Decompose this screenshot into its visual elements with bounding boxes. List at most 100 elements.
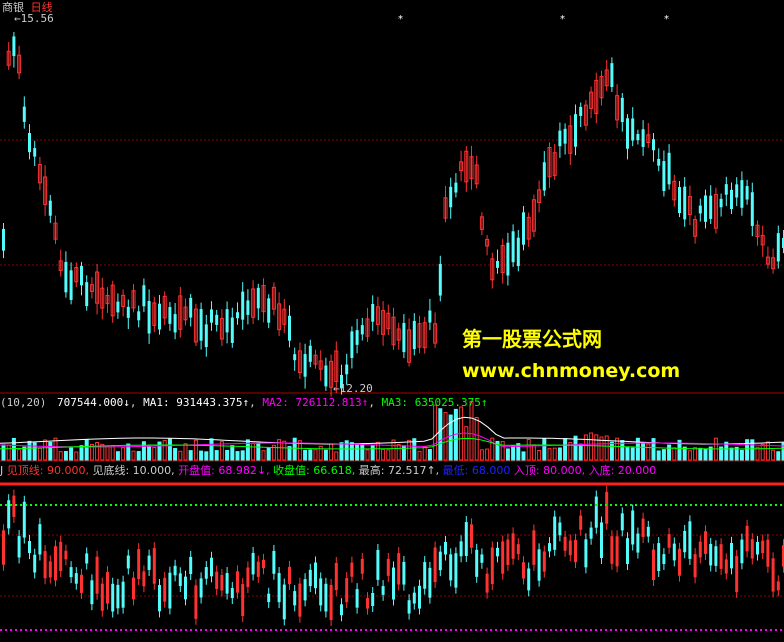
candle-body — [636, 133, 640, 141]
volume-bar — [63, 450, 68, 461]
indicator-body — [7, 500, 11, 529]
volume-bar — [313, 449, 318, 461]
indicator-body — [184, 576, 187, 600]
indicator-body — [766, 539, 770, 567]
volume-bar — [646, 443, 651, 461]
volume-bar — [329, 443, 334, 461]
volume-bar — [729, 447, 734, 461]
indicator-body — [366, 598, 369, 609]
volume-params[interactable]: (10,20) — [0, 396, 46, 409]
indicator-body — [771, 558, 775, 592]
ma3-value: 635025.375↑ — [414, 396, 488, 409]
volume-bar — [349, 442, 354, 461]
candle-body — [620, 97, 624, 123]
indicator-body — [745, 525, 749, 552]
candle-body — [303, 354, 307, 377]
indicator-body — [381, 586, 385, 595]
volume-bar — [136, 451, 141, 461]
indicator-body — [735, 555, 739, 592]
indicator-body — [615, 536, 619, 567]
indicator-body — [678, 548, 681, 576]
indicator-body — [480, 554, 484, 563]
ma1-value: 931443.375↑ — [176, 396, 250, 409]
indicator-body — [210, 557, 213, 577]
candle-body — [256, 287, 260, 309]
ma2-value: 726112.813↑ — [295, 396, 369, 409]
candle-body — [579, 106, 583, 116]
volume-bar — [698, 447, 703, 461]
candle-body — [324, 365, 328, 387]
volume-bar — [95, 442, 100, 461]
indicator-body — [584, 539, 588, 568]
candle-body — [126, 306, 130, 318]
volume-bar — [11, 437, 16, 461]
indicator-body — [324, 583, 328, 612]
indicator-body — [454, 553, 458, 588]
volume-bar — [500, 441, 505, 461]
kline-chart[interactable]: * * * — [0, 0, 784, 642]
close-value: 收盘值: 66.618, — [273, 464, 356, 477]
indicator-body — [631, 510, 635, 545]
indicator-body — [683, 530, 687, 553]
volume-bar — [105, 446, 110, 461]
indicator-body — [600, 522, 603, 559]
volume-bar — [58, 451, 63, 461]
candle-body — [189, 297, 193, 318]
volume-bar — [521, 451, 526, 461]
volume-bar — [386, 449, 391, 461]
candle-body — [288, 315, 291, 341]
volume-bar — [625, 447, 630, 461]
indicator-body — [594, 496, 598, 528]
indicator-body — [776, 581, 780, 591]
candle-body — [142, 285, 146, 307]
indicator-body — [496, 547, 499, 557]
candle-body — [33, 148, 37, 157]
candle-body — [678, 187, 681, 214]
indicator-body — [178, 573, 182, 587]
indicator-body — [246, 567, 250, 588]
indicator-body — [308, 569, 312, 587]
indicator-body — [282, 584, 286, 620]
volume-bar — [173, 448, 178, 461]
indicator-body — [418, 585, 421, 609]
candle-body — [345, 364, 349, 375]
indicator-body — [444, 541, 447, 555]
indicator-body — [719, 544, 723, 569]
candle-body — [683, 186, 687, 220]
volume-bar — [557, 447, 562, 461]
indicator-body — [646, 526, 650, 537]
volume-bar — [141, 441, 146, 461]
volume-bar — [672, 447, 677, 461]
volume-bar — [282, 440, 287, 461]
volume-bar — [48, 441, 53, 461]
volume-bar — [609, 441, 614, 461]
volume-bar — [69, 447, 74, 461]
indicator-body — [215, 571, 219, 590]
volume-bar — [167, 438, 172, 461]
indicator-body — [314, 562, 317, 589]
indicator-body — [558, 522, 562, 536]
event-markers: * * * — [398, 14, 669, 25]
candle-body — [69, 270, 73, 300]
volume-bar — [630, 447, 635, 461]
candle-body — [371, 303, 375, 322]
indicator-body — [553, 516, 557, 550]
indicator-body — [407, 600, 411, 614]
indicator-name[interactable]: J — [0, 464, 3, 477]
indicator-body — [579, 515, 583, 530]
volume-bars[interactable] — [1, 401, 784, 461]
candle-body — [168, 307, 172, 324]
indicator-body — [137, 549, 141, 579]
price-candles[interactable] — [2, 32, 784, 397]
indicator-body — [64, 550, 68, 560]
volume-bar — [178, 450, 183, 461]
candle-body — [147, 300, 151, 334]
indicator-body — [116, 584, 120, 609]
indicator-body — [402, 561, 406, 585]
indicator-body — [12, 495, 16, 517]
event-marker: * — [664, 14, 669, 25]
indicator-candles[interactable] — [2, 485, 784, 627]
volume-bar — [235, 451, 240, 461]
candle-body — [80, 265, 83, 286]
candle-body — [230, 317, 234, 343]
